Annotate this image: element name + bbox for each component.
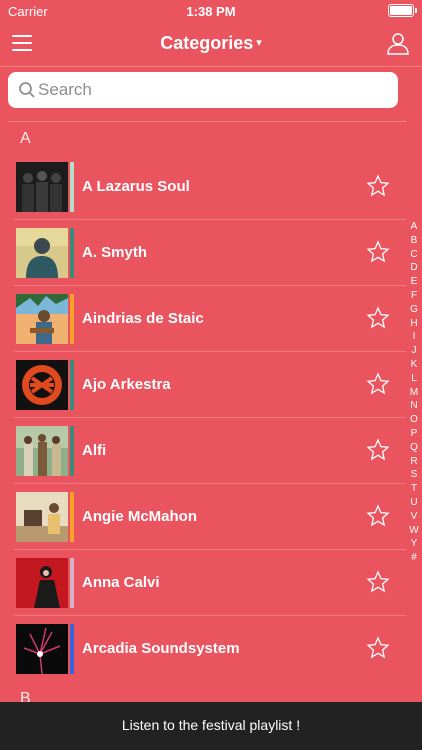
- index-letter[interactable]: K: [406, 358, 422, 372]
- index-letter[interactable]: A: [406, 220, 422, 234]
- category-color-stripe: [70, 228, 74, 278]
- search-icon: [19, 82, 35, 98]
- artist-name: A. Smyth: [82, 244, 148, 261]
- list-item[interactable]: Arcadia Soundsystem: [14, 616, 406, 682]
- star-icon[interactable]: [366, 174, 390, 198]
- artist-thumbnail: [16, 492, 68, 542]
- artist-name: A Lazarus Soul: [82, 178, 190, 195]
- index-letter[interactable]: T: [406, 482, 422, 496]
- index-letter[interactable]: R: [406, 455, 422, 469]
- category-color-stripe: [70, 294, 74, 344]
- list-item[interactable]: Angie McMahon: [14, 484, 406, 550]
- playlist-banner[interactable]: Listen to the festival playlist !: [0, 702, 422, 750]
- nav-divider: [0, 66, 422, 67]
- page-title: Categories: [160, 33, 254, 53]
- index-letter[interactable]: Q: [406, 441, 422, 455]
- search-divider: [8, 121, 406, 122]
- index-letter[interactable]: #: [406, 551, 422, 565]
- list-item[interactable]: Ajo Arkestra: [14, 352, 406, 418]
- alphabet-index[interactable]: A B C D E F G H I J K L M N O P Q R S T U V W Y #: [406, 220, 422, 565]
- index-letter[interactable]: L: [406, 372, 422, 386]
- star-icon[interactable]: [366, 636, 390, 660]
- artist-name: Aindrias de Staic: [82, 310, 204, 327]
- playlist-banner-text: Listen to the festival playlist !: [121, 717, 301, 733]
- search-bar[interactable]: [8, 72, 398, 108]
- artist-thumbnail: [16, 426, 68, 476]
- index-letter[interactable]: Y: [406, 537, 422, 551]
- category-color-stripe: [70, 624, 74, 674]
- index-letter[interactable]: D: [406, 261, 422, 275]
- category-color-stripe: [70, 492, 74, 542]
- star-icon[interactable]: [366, 438, 390, 462]
- artist-name: Angie McMahon: [82, 508, 197, 525]
- index-letter[interactable]: H: [406, 317, 422, 331]
- index-letter[interactable]: V: [406, 510, 422, 524]
- artist-name: Ajo Arkestra: [82, 376, 171, 393]
- list-item[interactable]: Aindrias de Staic: [14, 286, 406, 352]
- star-icon[interactable]: [366, 240, 390, 264]
- index-letter[interactable]: F: [406, 289, 422, 303]
- user-icon[interactable]: [386, 31, 410, 55]
- index-letter[interactable]: M: [406, 386, 422, 400]
- nav-bar: Categories ▾: [0, 22, 422, 66]
- categories-dropdown[interactable]: Categories ▾: [0, 33, 422, 54]
- artist-name: Anna Calvi: [82, 574, 160, 591]
- star-icon[interactable]: [366, 372, 390, 396]
- category-color-stripe: [70, 558, 74, 608]
- index-letter[interactable]: W: [406, 524, 422, 538]
- list-item[interactable]: A Lazarus Soul: [14, 154, 406, 220]
- index-letter[interactable]: C: [406, 248, 422, 262]
- category-color-stripe: [70, 360, 74, 410]
- clock: 1:38 PM: [186, 4, 236, 19]
- status-bar: Carrier 1:38 PM: [0, 0, 422, 22]
- index-letter[interactable]: P: [406, 427, 422, 441]
- index-letter[interactable]: N: [406, 399, 422, 413]
- category-color-stripe: [70, 162, 74, 212]
- star-icon[interactable]: [366, 306, 390, 330]
- artist-name: Arcadia Soundsystem: [82, 640, 240, 657]
- artist-thumbnail: [16, 624, 68, 674]
- index-letter[interactable]: S: [406, 468, 422, 482]
- list-item[interactable]: A. Smyth: [14, 220, 406, 286]
- star-icon[interactable]: [366, 570, 390, 594]
- list-item[interactable]: Alfi: [14, 418, 406, 484]
- index-letter[interactable]: B: [406, 234, 422, 248]
- search-input[interactable]: [38, 72, 388, 108]
- index-letter[interactable]: E: [406, 275, 422, 289]
- index-letter[interactable]: U: [406, 496, 422, 510]
- star-icon[interactable]: [366, 504, 390, 528]
- index-letter[interactable]: O: [406, 413, 422, 427]
- index-letter[interactable]: G: [406, 303, 422, 317]
- artist-thumbnail: [16, 558, 68, 608]
- artist-thumbnail: [16, 228, 68, 278]
- battery-icon: [388, 4, 417, 17]
- list-item[interactable]: Anna Calvi: [14, 550, 406, 616]
- index-letter[interactable]: I: [406, 330, 422, 344]
- artist-thumbnail: [16, 360, 68, 410]
- artist-thumbnail: [16, 162, 68, 212]
- artist-name: Alfi: [82, 442, 107, 459]
- artist-thumbnail: [16, 294, 68, 344]
- category-color-stripe: [70, 426, 74, 476]
- section-header-a: A: [20, 130, 31, 147]
- chevron-down-icon: ▾: [256, 37, 262, 49]
- index-letter[interactable]: J: [406, 344, 422, 358]
